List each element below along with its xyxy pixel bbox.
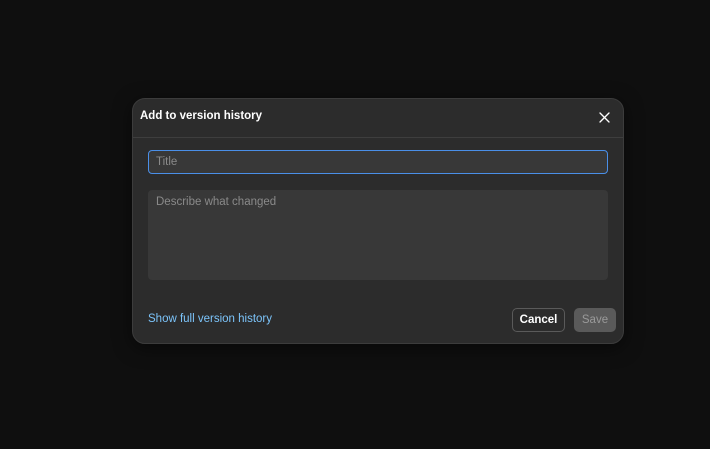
description-textarea[interactable] xyxy=(148,190,608,280)
dialog-header: Add to version history xyxy=(133,99,623,138)
cancel-button[interactable]: Cancel xyxy=(512,308,565,332)
save-button[interactable]: Save xyxy=(574,308,616,332)
title-input[interactable] xyxy=(148,150,608,174)
version-history-dialog: Add to version history Show full version… xyxy=(132,98,624,344)
close-icon xyxy=(598,111,610,123)
dialog-title: Add to version history xyxy=(140,110,263,122)
close-button[interactable] xyxy=(596,109,612,125)
show-version-history-link[interactable]: Show full version history xyxy=(148,313,272,325)
